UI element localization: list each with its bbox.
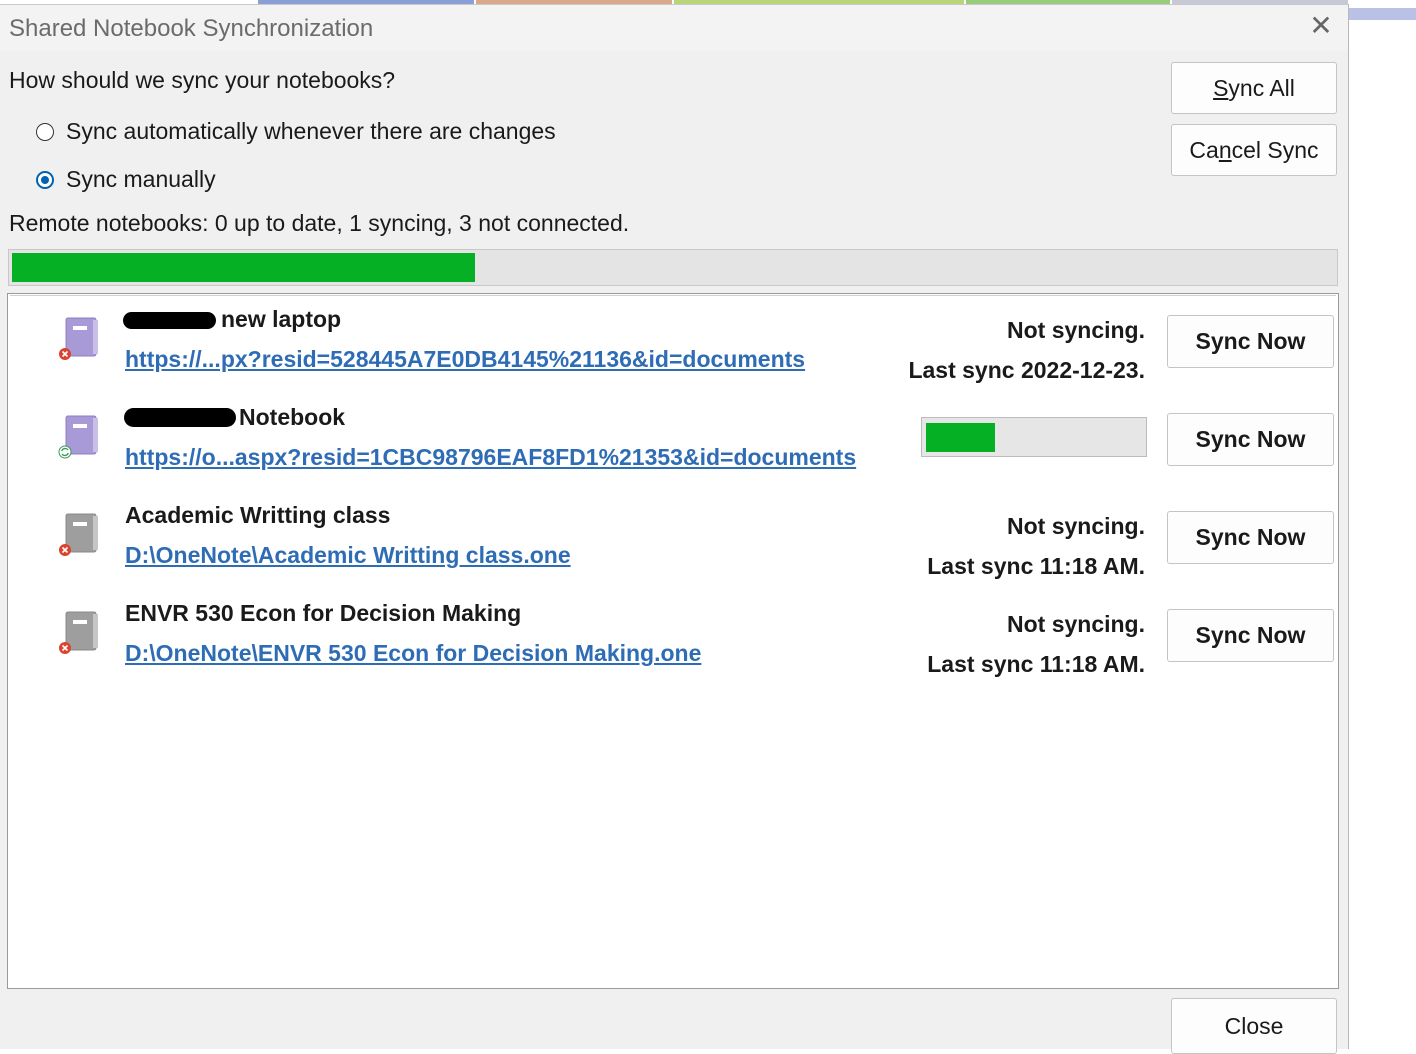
notebook-progress-bar [921,417,1147,457]
close-button[interactable]: Close [1171,998,1337,1054]
background-strip [1349,8,1416,20]
notebook-error-icon [59,513,98,556]
sync-question: How should we sync your notebooks? [9,67,396,93]
sync-now-button[interactable]: Sync Now [1167,511,1334,564]
notebook-name: Academic Writting class [125,502,391,528]
notebook-error-icon [59,611,98,654]
redacted-text [123,312,216,329]
notebook-row: new laptop https://...px?resid=528445A7E… [8,294,1338,392]
title-bar: Shared Notebook Synchronization ✕ [0,5,1348,51]
notebook-link[interactable]: D:\OneNote\Academic Writting class.one [125,542,571,569]
notebook-name: Notebook [239,404,346,430]
notebook-link[interactable]: https://o...aspx?resid=1CBC98796EAF8FD1%… [125,444,856,471]
sync-now-button[interactable]: Sync Now [1167,609,1334,662]
notebook-row: ENVR 530 Econ for Decision Making D:\One… [8,588,1338,686]
notebook-link[interactable]: https://...px?resid=528445A7E0DB4145%211… [125,346,805,373]
notebook-syncing-icon [58,415,98,459]
dialog-title: Shared Notebook Synchronization [9,15,374,42]
notebook-name: ENVR 530 Econ for Decision Making [125,600,522,626]
notebook-error-icon [59,317,98,360]
sync-status: Not syncing. Last sync 11:18 AM. [927,604,1145,684]
radio-sync-automatically[interactable]: Sync automatically whenever there are ch… [36,118,556,145]
radio-label: Sync manually [66,166,216,192]
sync-all-button[interactable]: Sync All [1171,62,1337,114]
sync-status-line: Not syncing. [1006,611,1145,637]
notebook-row: Notebook https://o...aspx?resid=1CBC9879… [8,392,1338,490]
overall-progress-bar [8,249,1338,286]
radio-button[interactable] [36,170,54,189]
sync-now-button[interactable]: Sync Now [1167,413,1334,466]
notebook-row: Academic Writting class D:\OneNote\Acade… [8,490,1338,588]
redacted-text [124,408,236,427]
sync-now-button[interactable]: Sync Now [1167,315,1334,368]
sync-dialog: Shared Notebook Synchronization ✕ How sh… [0,4,1349,1054]
radio-label: Sync automatically whenever there are ch… [66,118,556,144]
cancel-sync-button[interactable]: Cancel Sync [1171,124,1337,176]
progress-fill [12,253,475,282]
notebook-name: new laptop [221,306,342,332]
last-sync-line: Last sync 2022-12-23. [908,357,1145,383]
radio-button[interactable] [36,122,54,141]
sync-status: Not syncing. Last sync 2022-12-23. [908,310,1145,390]
last-sync-line: Last sync 11:18 AM. [927,553,1145,579]
remote-notebooks-status: Remote notebooks: 0 up to date, 1 syncin… [9,210,630,236]
progress-fill [926,423,996,452]
close-icon[interactable]: ✕ [1308,12,1334,40]
sync-status: Not syncing. Last sync 11:18 AM. [927,506,1145,586]
radio-sync-manually[interactable]: Sync manually [36,166,216,193]
notebook-link[interactable]: D:\OneNote\ENVR 530 Econ for Decision Ma… [125,640,701,667]
notebook-list: new laptop https://...px?resid=528445A7E… [7,293,1339,989]
sync-status-line: Not syncing. [1006,513,1145,539]
last-sync-line: Last sync 11:18 AM. [927,651,1145,677]
sync-status-line: Not syncing. [1006,317,1145,343]
